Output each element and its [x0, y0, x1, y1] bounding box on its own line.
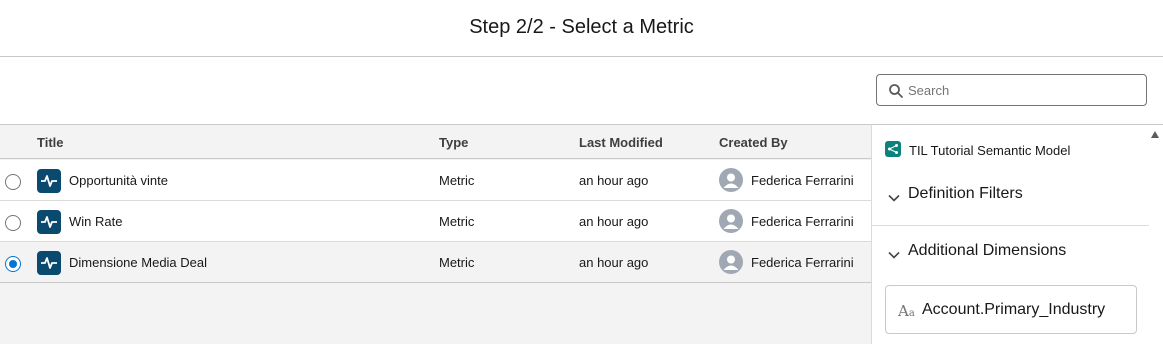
chevron-down-icon[interactable] [888, 191, 900, 203]
metric-last-modified: an hour ago [579, 214, 649, 229]
metric-title[interactable]: Dimensione Media Deal [69, 255, 207, 270]
search-icon [888, 83, 904, 99]
dimension-item[interactable]: Aa Account.Primary_Industry [885, 285, 1137, 334]
user-avatar-icon [719, 168, 743, 192]
column-header-title[interactable]: Title [37, 135, 64, 150]
table-row[interactable]: Dimensione Media Deal Metric an hour ago… [0, 242, 871, 283]
column-header-type[interactable]: Type [439, 135, 468, 150]
metrics-table: Title Type Last Modified Created By Oppo… [0, 124, 871, 344]
table-row[interactable]: Opportunità vinte Metric an hour ago Fed… [0, 160, 871, 201]
pulse-icon [37, 169, 61, 193]
metric-type: Metric [439, 173, 475, 188]
section-definition-filters[interactable]: Definition Filters [872, 169, 1149, 226]
search-input[interactable] [908, 79, 1138, 101]
metric-title[interactable]: Opportunità vinte [69, 173, 168, 188]
metric-created-by: Federica Ferrarini [751, 214, 854, 229]
metric-last-modified: an hour ago [579, 173, 649, 188]
pulse-icon [37, 251, 61, 275]
scroll-up-icon[interactable] [1150, 130, 1160, 140]
metric-type: Metric [439, 255, 475, 270]
row-radio[interactable] [5, 256, 21, 272]
dialog-title: Step 2/2 - Select a Metric [469, 16, 694, 38]
toolbar [0, 58, 1163, 124]
section-title[interactable]: Definition Filters [908, 185, 1023, 203]
dimension-name: Account.Primary_Industry [922, 301, 1106, 318]
metric-details-panel: TIL Tutorial Semantic Model Definition F… [871, 124, 1163, 344]
user-avatar-icon [719, 209, 743, 233]
semantic-model-icon [885, 141, 901, 157]
row-radio[interactable] [5, 174, 21, 190]
metric-created-by: Federica Ferrarini [751, 255, 854, 270]
dialog-header: Step 2/2 - Select a Metric [0, 0, 1163, 57]
table-row[interactable]: Win Rate Metric an hour ago Federica Fer… [0, 201, 871, 242]
metric-last-modified: an hour ago [579, 255, 649, 270]
pulse-icon [37, 210, 61, 234]
section-additional-dimensions[interactable]: Additional Dimensions [872, 226, 1149, 283]
chevron-down-icon[interactable] [888, 248, 900, 260]
metric-title[interactable]: Win Rate [69, 214, 122, 229]
user-avatar-icon [719, 250, 743, 274]
metric-type: Metric [439, 214, 475, 229]
text-field-icon: Aa [898, 302, 915, 320]
search-box[interactable] [876, 74, 1147, 106]
row-radio[interactable] [5, 215, 21, 231]
semantic-model-name: TIL Tutorial Semantic Model [909, 143, 1071, 158]
metric-created-by: Federica Ferrarini [751, 173, 854, 188]
column-header-last-modified[interactable]: Last Modified [579, 135, 663, 150]
section-title[interactable]: Additional Dimensions [908, 242, 1066, 260]
column-header-created-by[interactable]: Created By [719, 135, 788, 150]
table-header: Title Type Last Modified Created By [0, 125, 871, 159]
